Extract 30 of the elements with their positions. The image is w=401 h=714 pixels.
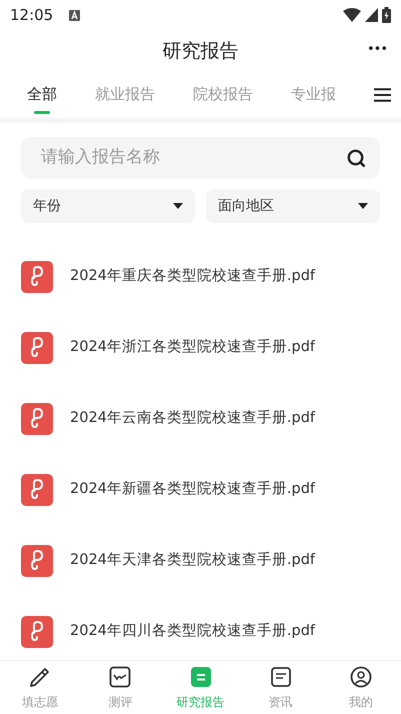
caret-icon	[173, 203, 183, 209]
pdf-icon	[21, 332, 53, 364]
dropdown[interactable]: 年份	[21, 189, 195, 223]
pdf-icon	[21, 544, 53, 576]
caret-icon	[358, 203, 368, 209]
clock: 12:05	[10, 4, 54, 26]
file-name[interactable]: 2024年浙江各类型院校速查手册.pdf	[70, 336, 316, 358]
wifi-icon	[343, 8, 361, 22]
file-name[interactable]: 2024年天津各类型院校速查手册.pdf	[70, 550, 316, 572]
menu-icon[interactable]	[374, 88, 391, 102]
file-name[interactable]: 2024年重庆各类型院校速查手册.pdf	[70, 266, 316, 288]
pdf-icon	[21, 260, 53, 292]
file-name[interactable]: 2024年四川各类型院校速查手册.pdf	[70, 620, 316, 642]
report-icon	[188, 665, 212, 689]
signal-icon	[365, 8, 378, 22]
person-icon	[348, 665, 373, 689]
battery-icon	[382, 7, 391, 23]
news-icon	[268, 665, 293, 689]
page-title: 研究报告	[162, 38, 238, 64]
more-button[interactable]: •••	[366, 40, 387, 60]
tab[interactable]: 全部	[27, 76, 57, 114]
search-icon[interactable]	[347, 148, 366, 168]
dropdown[interactable]: 面向地区	[206, 189, 380, 223]
pdf-icon	[21, 474, 53, 506]
notification-icon	[69, 10, 80, 22]
file-name[interactable]: 2024年新疆各类型院校速查手册.pdf	[70, 478, 316, 500]
chart-icon	[108, 665, 132, 689]
pdf-icon	[21, 402, 53, 434]
file-name[interactable]: 2024年云南各类型院校速查手册.pdf	[70, 408, 316, 430]
pdf-icon	[21, 616, 53, 648]
